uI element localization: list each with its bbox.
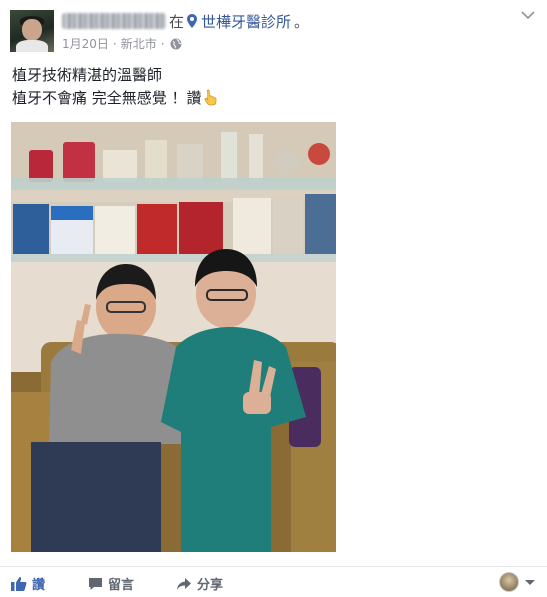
location-pin-icon [187, 14, 198, 28]
photo-two-men-peace-sign [11, 122, 336, 552]
post-date[interactable]: 1月20日 [62, 35, 109, 52]
post-card: 在 世樺牙醫診所 。 1月20日 · 新北市 · 植牙技術精湛的溫醫師 植牙不會… [0, 0, 547, 597]
post-location[interactable]: 新北市 [121, 35, 157, 52]
post-actions: 讚 留言 分享 [0, 568, 547, 597]
meta-separator: · [160, 36, 165, 51]
post-meta: 1月20日 · 新北市 · [62, 35, 182, 52]
like-button[interactable]: 讚 [11, 574, 45, 593]
place-suffix: 。 [294, 12, 310, 31]
comment-icon [89, 577, 102, 590]
reactor-avatar [499, 572, 519, 592]
post-text: 植牙技術精湛的溫醫師 植牙不會痛 完全無感覺 ！讚 [12, 64, 220, 110]
post-text-content: 植牙不會痛 完全無感覺 ！讚 [12, 89, 202, 107]
post-as-selector[interactable] [499, 572, 535, 592]
chevron-down-icon[interactable] [521, 10, 535, 20]
place-link[interactable]: 世樺牙醫診所 [201, 11, 291, 32]
share-button[interactable]: 分享 [176, 574, 223, 593]
like-label: 讚 [32, 578, 46, 593]
actions-divider [0, 566, 547, 567]
share-arrow-icon [177, 577, 191, 590]
thumbs-up-icon [11, 577, 27, 591]
hand-pointing-icon [204, 89, 216, 106]
post-text-line: 植牙不會痛 完全無感覺 ！讚 [12, 87, 220, 110]
author-name-blurred[interactable] [62, 13, 166, 29]
post-text-line: 植牙技術精湛的溫醫師 [12, 66, 163, 84]
meta-separator: · [112, 36, 117, 51]
checkin-prefix: 在 [169, 12, 185, 31]
post-header: 在 世樺牙醫診所 。 [62, 11, 309, 31]
globe-icon[interactable] [170, 38, 182, 50]
post-photo[interactable] [11, 122, 336, 552]
comment-label: 留言 [108, 578, 135, 593]
comment-button[interactable]: 留言 [88, 574, 134, 593]
share-label: 分享 [197, 578, 224, 593]
caret-down-icon [525, 579, 535, 585]
author-avatar[interactable] [10, 10, 54, 52]
